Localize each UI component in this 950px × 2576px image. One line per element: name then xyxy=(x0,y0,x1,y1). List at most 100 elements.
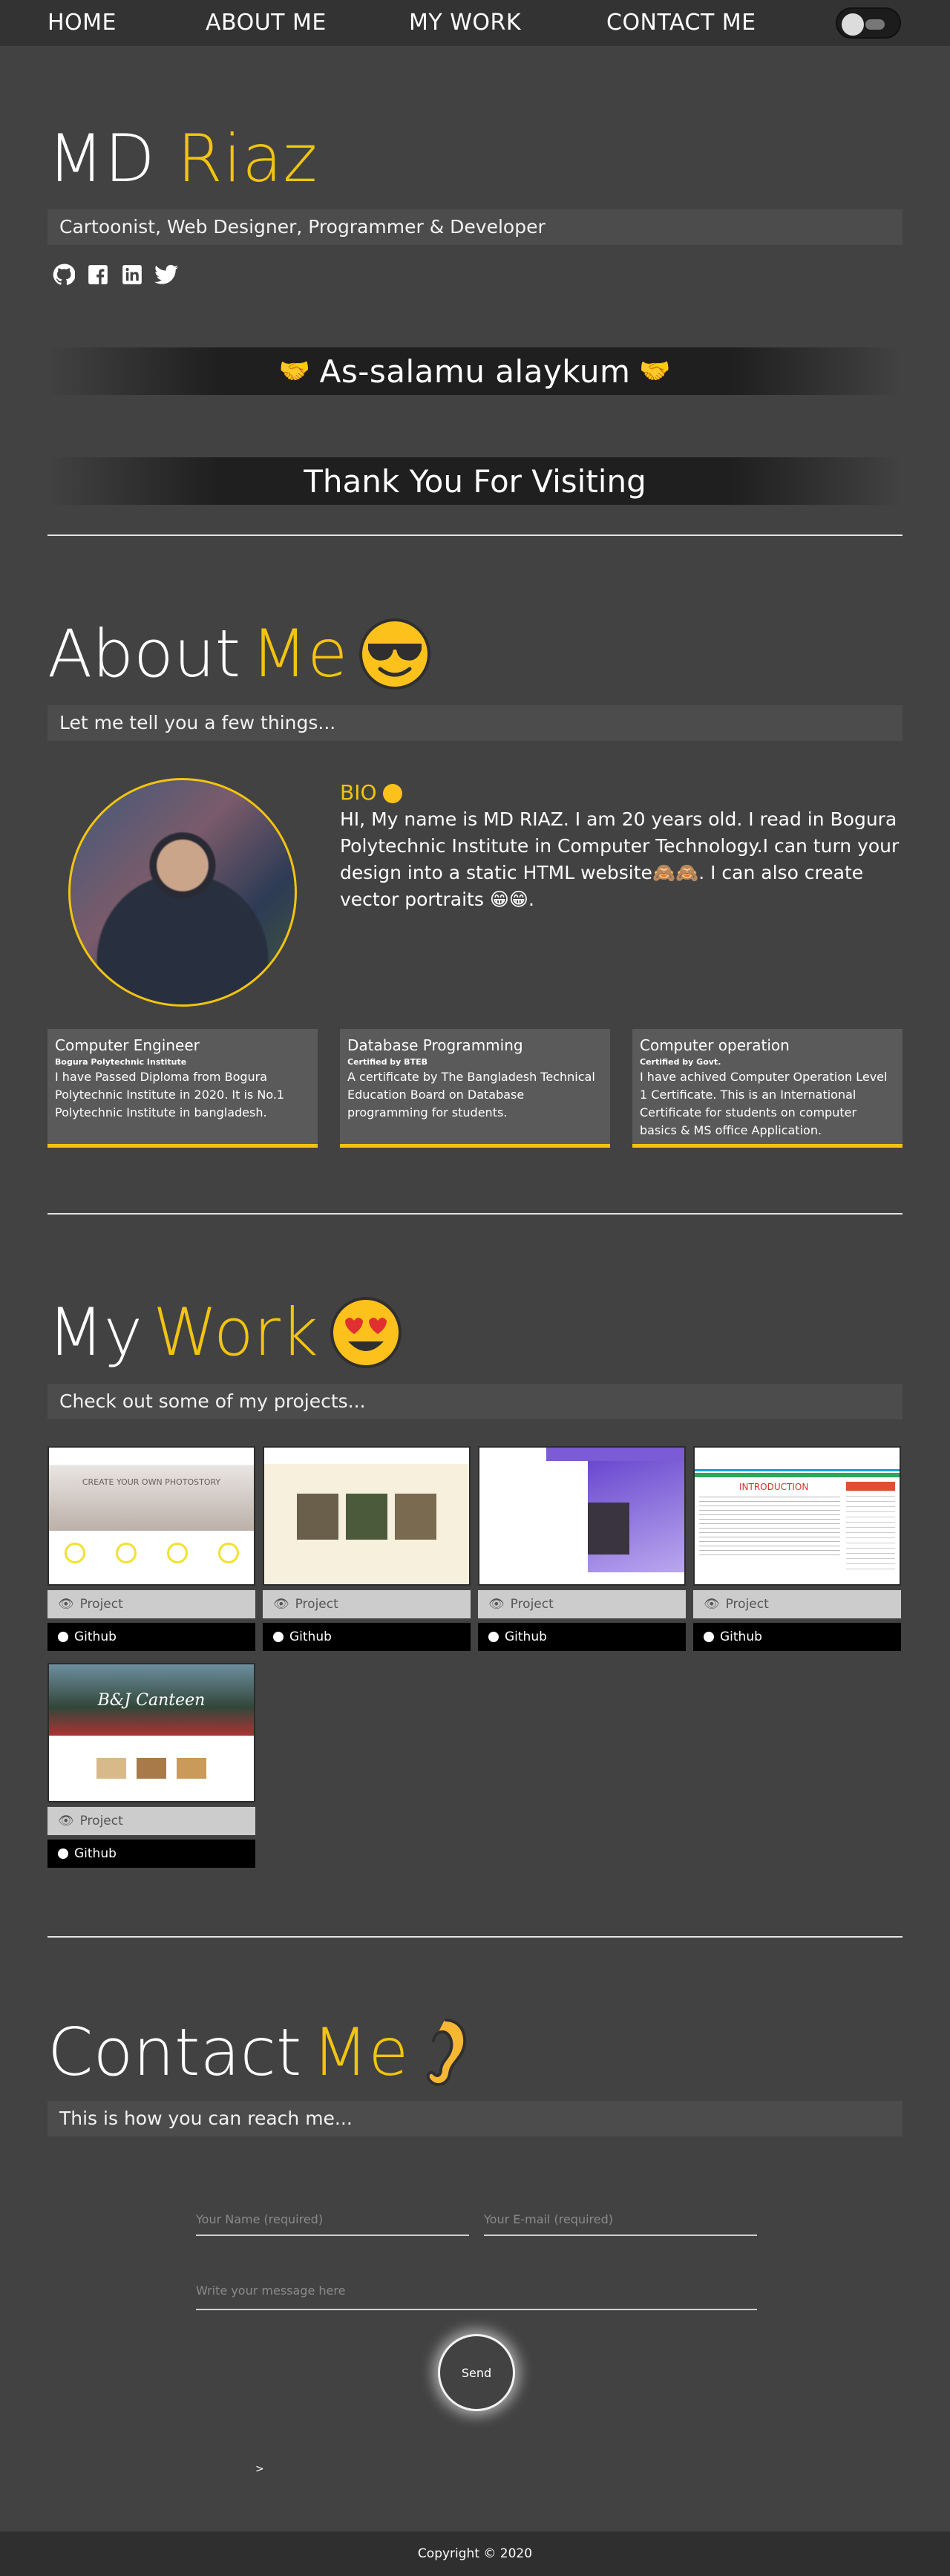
project-thumbnail[interactable] xyxy=(263,1446,471,1586)
github-button-label: Github xyxy=(289,1629,332,1644)
contact-subtitle: This is how you can reach me... xyxy=(48,2101,902,2137)
github-icon xyxy=(704,1632,714,1642)
message-field[interactable] xyxy=(196,2272,757,2310)
nav-work[interactable]: MY WORK xyxy=(409,10,521,36)
social-links xyxy=(52,263,902,287)
card-title: Computer Engineer xyxy=(55,1036,200,1054)
work-title-a: My xyxy=(48,1294,143,1370)
card-body: I have Passed Diploma from Bogura Polyte… xyxy=(55,1070,285,1119)
grin-emoji-icon: 😁 xyxy=(508,889,528,910)
github-icon[interactable] xyxy=(52,263,76,287)
sunglasses-emoji-icon xyxy=(359,618,431,690)
contact-title: Contact Me xyxy=(48,2012,902,2093)
about-title-b: Me xyxy=(251,615,348,692)
about-title-a: About xyxy=(48,615,241,692)
hero-last-name: Riaz xyxy=(177,120,318,197)
contact-title-a: Contact xyxy=(48,2014,302,2090)
contact-form: Send > xyxy=(196,2203,757,2475)
project-button[interactable]: 👁 Project xyxy=(263,1590,471,1618)
nav-contact[interactable]: CONTACT ME xyxy=(606,10,756,36)
work-title-b: Work xyxy=(153,1294,318,1370)
card-title: Computer operation xyxy=(640,1036,790,1054)
handshake-icon: 🤝 xyxy=(278,356,311,386)
greeting-banner: 🤝 As-salamu alaykum 🤝 xyxy=(48,347,902,395)
card-engineer: Computer Engineer Bogura Polytechnic Ins… xyxy=(48,1029,318,1148)
github-icon xyxy=(58,1848,68,1859)
project-button-label: Project xyxy=(725,1597,769,1612)
ear-emoji-icon xyxy=(427,2018,467,2086)
github-icon xyxy=(273,1632,284,1642)
twitter-icon[interactable] xyxy=(154,263,178,287)
project-button[interactable]: 👁 Project xyxy=(693,1590,901,1618)
bio-text: HI, My name is MD RIAZ. I am 20 years ol… xyxy=(340,808,900,910)
section-divider xyxy=(48,1213,902,1215)
linkedin-icon[interactable] xyxy=(120,263,144,287)
section-divider xyxy=(48,535,902,536)
project-button-label: Project xyxy=(295,1597,338,1612)
github-button[interactable]: Github xyxy=(478,1623,686,1651)
card-database: Database Programming Certified by BTEB A… xyxy=(340,1029,610,1148)
profile-photo xyxy=(68,778,297,1007)
toggle-knob xyxy=(842,13,864,36)
eye-icon: 👁 xyxy=(704,1597,720,1612)
github-button-label: Github xyxy=(74,1846,117,1861)
github-button[interactable]: Github xyxy=(263,1623,471,1651)
about-subtitle: Let me tell you a few things... xyxy=(48,705,902,741)
hero-tagline: Cartoonist, Web Designer, Programmer & D… xyxy=(48,209,902,245)
project-thumbnail[interactable]: CREATE YOUR OWN PHOTOSTORY xyxy=(48,1446,255,1586)
grin-emoji-icon: 😁 xyxy=(489,889,509,910)
card-subtitle: Certified by Govt. xyxy=(640,1057,721,1067)
greeting-text: As-salamu alaykum xyxy=(319,353,631,390)
contact-title-b: Me xyxy=(312,2014,409,2090)
project-card: B&J Canteen 👁 Project Github xyxy=(48,1663,255,1868)
thumb-hero-text: CREATE YOUR OWN PHOTOSTORY xyxy=(49,1465,254,1531)
bio-block: BIO HI, My name is MD RIAZ. I am 20 year… xyxy=(340,778,902,1007)
thanks-text: Thank You For Visiting xyxy=(304,462,646,500)
github-button[interactable]: Github xyxy=(48,1840,255,1868)
project-card: 👁 Project Github xyxy=(263,1446,471,1651)
thanks-banner: Thank You For Visiting xyxy=(48,457,902,505)
card-operation: Computer operation Certified by Govt. I … xyxy=(632,1029,902,1148)
card-subtitle: Certified by BTEB xyxy=(347,1057,428,1067)
qualification-cards: Computer Engineer Bogura Polytechnic Ins… xyxy=(48,1029,902,1148)
work-title: My Work xyxy=(48,1292,902,1373)
heart-eyes-emoji-icon xyxy=(330,1297,402,1368)
project-grid: CREATE YOUR OWN PHOTOSTORY 👁 Project Git… xyxy=(48,1446,902,1868)
project-button[interactable]: 👁 Project xyxy=(478,1590,686,1618)
project-card: CREATE YOUR OWN PHOTOSTORY 👁 Project Git… xyxy=(48,1446,255,1651)
project-thumbnail[interactable] xyxy=(478,1446,686,1586)
github-button[interactable]: Github xyxy=(693,1623,901,1651)
eye-icon: 👁 xyxy=(58,1814,74,1828)
form-marker: > xyxy=(255,2463,264,2475)
project-button[interactable]: 👁 Project xyxy=(48,1590,255,1618)
github-button[interactable]: Github xyxy=(48,1623,255,1651)
bio-heading-text: BIO xyxy=(340,780,377,805)
section-divider xyxy=(48,1936,902,1938)
hero-name: MD Riaz xyxy=(48,120,902,197)
card-subtitle: Bogura Polytechnic Institute xyxy=(55,1057,187,1067)
github-button-label: Github xyxy=(505,1629,547,1644)
facebook-icon[interactable] xyxy=(86,263,110,287)
theme-toggle[interactable] xyxy=(836,7,901,39)
work-subtitle: Check out some of my projects... xyxy=(48,1384,902,1419)
card-body: A certificate by The Bangladesh Technica… xyxy=(347,1070,595,1119)
project-button-label: Project xyxy=(79,1597,123,1612)
email-field[interactable] xyxy=(484,2203,757,2236)
top-nav: HOME ABOUT ME MY WORK CONTACT ME xyxy=(0,0,950,46)
name-field[interactable] xyxy=(196,2203,469,2236)
nav-home[interactable]: HOME xyxy=(48,10,117,36)
send-button[interactable]: Send xyxy=(438,2334,515,2411)
lightbulb-icon xyxy=(865,19,885,30)
hero-first-name: MD xyxy=(48,120,156,197)
project-button[interactable]: 👁 Project xyxy=(48,1807,255,1835)
about-body: BIO HI, My name is MD RIAZ. I am 20 year… xyxy=(48,778,902,1007)
nav-about[interactable]: ABOUT ME xyxy=(206,10,327,36)
monkey-emoji-icon: 🙈🙈 xyxy=(652,862,699,883)
project-thumbnail[interactable]: B&J Canteen xyxy=(48,1663,255,1802)
project-thumbnail[interactable]: INTRODUCTION xyxy=(693,1446,901,1586)
copyright-text: Copyright © 2020 xyxy=(417,2546,533,2561)
smile-emoji-icon xyxy=(383,784,403,803)
card-title: Database Programming xyxy=(347,1036,523,1054)
project-card: INTRODUCTION 👁 Project Github xyxy=(693,1446,901,1651)
eye-icon: 👁 xyxy=(273,1597,289,1612)
